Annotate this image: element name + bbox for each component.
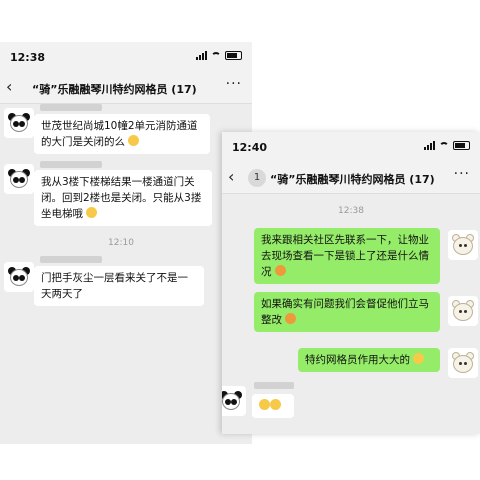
system-icons (196, 51, 242, 60)
grin-emoji (128, 135, 140, 146)
smile-emoji (86, 207, 98, 218)
panda-avatar[interactable] (4, 108, 34, 138)
signal-icon (424, 141, 435, 150)
panda-avatar[interactable] (4, 164, 34, 194)
grin-emoji (270, 399, 281, 410)
group-title: “骑”乐融融琴川特约网格员 (17) (32, 83, 197, 96)
status-time: 12:38 (10, 51, 46, 64)
status-bar: 12:40 (222, 132, 480, 162)
wifi-icon (439, 141, 449, 150)
sender-name-redacted (254, 382, 294, 389)
back-button[interactable]: ‹ (6, 77, 12, 96)
back-button[interactable]: ‹ (228, 167, 234, 186)
bear-avatar[interactable] (448, 348, 478, 378)
message-bubble[interactable]: 我从3楼下楼梯结果一楼通道门关闭。回到2楼也是关闭。只能从3搂坐电梯哦 (34, 170, 212, 226)
chat-header: ‹ 1 “骑”乐融融琴川特约网格员 (17) ··· (222, 162, 480, 194)
message-bubble[interactable]: 门把手灰尘一层看来关了不是一天两天了 (34, 266, 204, 306)
more-button[interactable]: ··· (454, 166, 470, 182)
battery-icon (225, 51, 242, 60)
status-bar: 12:38 (0, 42, 252, 72)
message-bubble-outgoing[interactable]: 我来跟相关社区先联系一下，让物业去现场查看一下是锁上了还是什么情况 (254, 228, 440, 284)
panda-avatar[interactable] (4, 262, 34, 292)
unread-badge: 1 (248, 169, 266, 187)
timestamp: 12:10 (108, 238, 134, 248)
fist-emoji (285, 313, 297, 324)
left-chat-screenshot: 12:38 ‹ “骑”乐融融琴川特约网格员 (17) ··· 世茂世纪尚城10幢… (0, 42, 252, 444)
message-bubble-outgoing[interactable]: 如果确实有问题我们会督促他们立马整改 (254, 292, 440, 332)
chat-header: ‹ “骑”乐融融琴川特约网格员 (17) ··· (0, 72, 252, 104)
sender-name-redacted (40, 256, 102, 263)
sender-name-redacted (40, 104, 102, 111)
message-bubble[interactable] (252, 394, 294, 418)
bear-avatar[interactable] (448, 296, 478, 326)
sender-name-redacted (40, 161, 102, 168)
battery-icon (453, 141, 470, 150)
more-button[interactable]: ··· (226, 76, 242, 92)
right-chat-screenshot: 12:40 ‹ 1 “骑”乐融融琴川特约网格员 (17) ··· 12:38 我… (222, 132, 480, 434)
signal-icon (196, 51, 207, 60)
message-bubble-outgoing[interactable]: 特约网格员作用大大的 (298, 348, 440, 372)
timestamp: 12:38 (338, 206, 364, 216)
bear-avatar[interactable] (448, 230, 478, 260)
clap-emoji (413, 353, 425, 364)
system-icons (424, 141, 470, 150)
wifi-icon (211, 51, 221, 60)
status-time: 12:40 (232, 141, 268, 154)
message-bubble[interactable]: 世茂世纪尚城10幢2单元消防通道的大门是关闭的么 (34, 114, 210, 154)
panda-avatar[interactable] (222, 386, 246, 416)
thumbs-up-emoji (259, 399, 270, 410)
group-title: “骑”乐融融琴川特约网格员 (17) (270, 173, 435, 186)
fist-emoji (274, 265, 286, 276)
